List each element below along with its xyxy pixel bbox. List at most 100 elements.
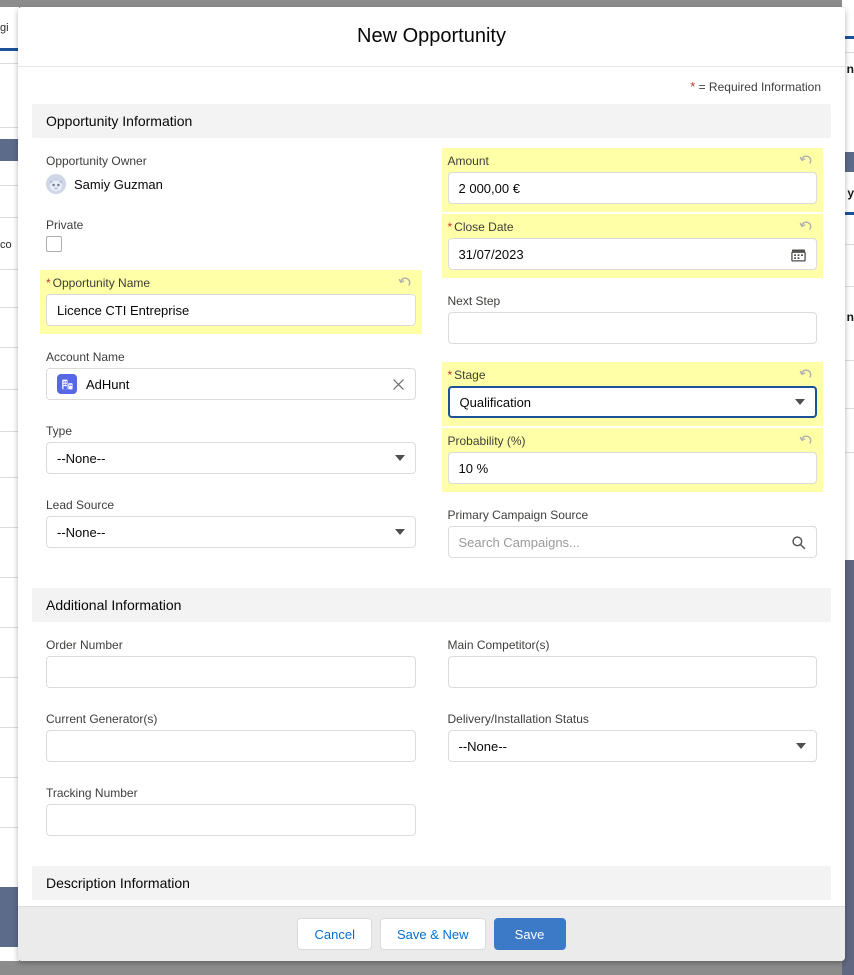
- primary-campaign-source-placeholder: Search Campaigns...: [458, 534, 580, 550]
- background-divider: [0, 347, 19, 348]
- opportunity-owner-label: Opportunity Owner: [46, 154, 147, 168]
- amount-input[interactable]: 2 000,00 €: [447, 172, 817, 204]
- field-amount: Amount 2 000,00 €: [441, 148, 823, 212]
- main-competitors-label: Main Competitor(s): [447, 638, 550, 652]
- undo-icon[interactable]: [799, 153, 815, 169]
- background-text-fragment-2: co: [0, 239, 12, 251]
- opportunity-name-input[interactable]: Licence CTI Entreprise: [46, 294, 416, 326]
- delivery-installation-status-label: Delivery/Installation Status: [447, 712, 589, 726]
- required-information-legend: * = Required Information: [18, 67, 845, 104]
- undo-icon[interactable]: [398, 275, 414, 291]
- next-step-input[interactable]: [447, 312, 817, 344]
- background-divider: [0, 727, 19, 728]
- search-icon[interactable]: [791, 535, 806, 550]
- amount-value: 2 000,00 €: [458, 180, 520, 196]
- modal-body: * = Required Information Opportunity Inf…: [18, 67, 845, 906]
- tracking-number-label: Tracking Number: [46, 786, 138, 800]
- additional-left-column: Order Number Current Generator(s) Tracki…: [46, 632, 416, 844]
- opportunity-information-grid: Opportunity Owner Samiy Guzman Private *…: [18, 138, 845, 566]
- undo-icon[interactable]: [799, 367, 815, 383]
- background-divider: [0, 431, 19, 432]
- field-main-competitors: Main Competitor(s): [442, 632, 824, 696]
- cancel-button[interactable]: Cancel: [297, 918, 372, 950]
- probability-label: Probability (%): [447, 434, 526, 448]
- undo-icon[interactable]: [799, 219, 815, 235]
- background-text-fragment-5: n: [846, 310, 854, 324]
- delivery-installation-status-select[interactable]: --None--: [447, 730, 817, 762]
- field-account-name: Account Name AdHunt: [40, 344, 422, 408]
- background-text-fragment-3: n: [846, 62, 854, 76]
- save-and-new-button[interactable]: Save & New: [379, 918, 486, 950]
- save-button[interactable]: Save: [493, 918, 566, 950]
- tracking-number-input[interactable]: [46, 804, 416, 836]
- close-date-label: * Close Date: [448, 220, 818, 234]
- field-next-step: Next Step: [442, 288, 824, 352]
- field-opportunity-owner: Opportunity Owner Samiy Guzman: [40, 148, 422, 202]
- delivery-installation-status-value: --None--: [458, 738, 507, 754]
- account-icon: [57, 374, 77, 394]
- field-order-number: Order Number: [40, 632, 422, 696]
- close-date-value: 31/07/2023: [458, 246, 524, 262]
- background-divider: [0, 389, 19, 390]
- opportunity-name-value: Licence CTI Entreprise: [57, 302, 190, 318]
- required-legend-text: = Required Information: [698, 80, 821, 94]
- stage-label: * Stage: [448, 368, 818, 382]
- section-header-additional-information: Additional Information: [32, 588, 831, 622]
- lead-source-select[interactable]: --None--: [46, 516, 416, 548]
- primary-campaign-source-input[interactable]: Search Campaigns...: [447, 526, 817, 558]
- field-opportunity-name: * Opportunity Name Licence CTI Entrepris…: [40, 270, 422, 334]
- main-competitors-input[interactable]: [447, 656, 817, 688]
- avatar-icon: [46, 174, 66, 194]
- background-divider: [0, 827, 19, 828]
- modal-footer: Cancel Save & New Save: [18, 906, 845, 961]
- chevron-down-icon: [796, 743, 806, 749]
- opportunity-owner-value-row[interactable]: Samiy Guzman: [46, 172, 416, 194]
- account-name-input[interactable]: AdHunt: [46, 368, 416, 400]
- background-accent-bar: [0, 48, 19, 51]
- opportunity-right-column: Amount 2 000,00 € * Close Date 31/07/202…: [441, 148, 823, 566]
- background-divider: [0, 185, 19, 186]
- probability-value: 10 %: [458, 460, 489, 476]
- type-value: --None--: [57, 450, 106, 466]
- required-asterisk-icon: *: [690, 79, 696, 94]
- calendar-icon[interactable]: [791, 247, 806, 262]
- required-asterisk-icon: *: [447, 220, 453, 234]
- background-left-strip: gi co: [0, 7, 19, 961]
- current-generators-input[interactable]: [46, 730, 416, 762]
- type-select[interactable]: --None--: [46, 442, 416, 474]
- close-date-input[interactable]: 31/07/2023: [447, 238, 817, 270]
- stage-select[interactable]: Qualification: [447, 386, 817, 418]
- type-label: Type: [46, 424, 73, 438]
- field-lead-source: Lead Source --None--: [40, 492, 422, 556]
- background-divider: [0, 127, 19, 128]
- background-divider: [0, 777, 19, 778]
- stage-value: Qualification: [459, 394, 532, 410]
- account-name-label: Account Name: [46, 350, 125, 364]
- background-text-fragment-1: gi: [0, 22, 9, 34]
- field-stage: * Stage Qualification: [441, 362, 823, 426]
- background-divider: [0, 63, 19, 64]
- required-asterisk-icon: *: [447, 368, 453, 382]
- background-divider: [0, 677, 19, 678]
- private-checkbox[interactable]: [46, 236, 62, 252]
- opportunity-name-label-text: Opportunity Name: [52, 276, 151, 290]
- background-divider: [0, 269, 19, 270]
- section-header-opportunity-information: Opportunity Information: [32, 104, 831, 138]
- order-number-input[interactable]: [46, 656, 416, 688]
- stage-label-text: Stage: [454, 368, 486, 382]
- background-text-fragment-4: y: [847, 186, 854, 200]
- page-title: New Opportunity: [357, 25, 506, 47]
- account-name-value: AdHunt: [86, 376, 130, 392]
- current-generators-label: Current Generator(s): [46, 712, 158, 726]
- field-primary-campaign-source: Primary Campaign Source Search Campaigns…: [442, 502, 824, 566]
- close-date-label-text: Close Date: [454, 220, 514, 234]
- undo-icon[interactable]: [799, 433, 815, 449]
- additional-right-column: Main Competitor(s) Delivery/Installation…: [447, 632, 817, 844]
- private-label: Private: [46, 218, 84, 232]
- field-current-generators: Current Generator(s): [40, 706, 422, 770]
- probability-input[interactable]: 10 %: [447, 452, 817, 484]
- field-close-date: * Close Date 31/07/2023: [441, 214, 823, 278]
- lead-source-value: --None--: [57, 524, 106, 540]
- primary-campaign-source-label: Primary Campaign Source: [447, 508, 589, 522]
- close-icon[interactable]: [392, 378, 405, 391]
